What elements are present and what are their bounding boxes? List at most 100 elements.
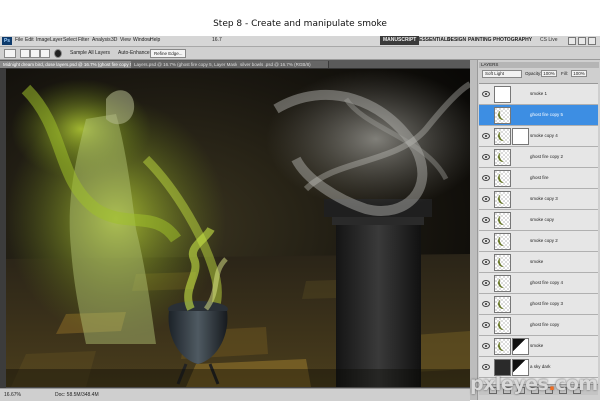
sample-all-layers-label[interactable]: Sample All Layers: [70, 50, 110, 56]
tool-preset-picker[interactable]: [4, 49, 16, 58]
visibility-eye-icon[interactable]: [482, 280, 490, 286]
close-button[interactable]: [588, 37, 596, 45]
layer-row[interactable]: ghost fire copy 2: [479, 147, 598, 168]
layer-thumbnail: [494, 317, 511, 334]
maximize-button[interactable]: [578, 37, 586, 45]
document-canvas[interactable]: [6, 69, 470, 387]
menu-window[interactable]: Window: [133, 37, 151, 43]
layer-name: ghost fire copy 2: [530, 154, 564, 159]
document-tab-2[interactable]: Layers.psd @ 16.7% (ghost fire copy 5, L…: [131, 61, 238, 68]
menu-filter[interactable]: Filter: [78, 37, 89, 43]
workspace-manuscript[interactable]: MANUSCRIPT: [380, 36, 420, 45]
smoke-wisp-icon: [496, 318, 510, 332]
menu-layer[interactable]: Layer: [50, 37, 63, 43]
cs-live[interactable]: CS Live: [540, 37, 558, 43]
layer-row[interactable]: smoke copy: [479, 210, 598, 231]
visibility-eye-icon[interactable]: [482, 175, 490, 181]
layer-thumbnail: [494, 254, 511, 271]
layers-panel: LAYERS Soft Light Opacity: 100% Fill: 10…: [470, 60, 600, 400]
layer-name: smoke copy 2: [530, 238, 558, 243]
menu-help[interactable]: Help: [150, 37, 160, 43]
menu-select[interactable]: Select: [63, 37, 77, 43]
smoke-wisp-icon: [496, 171, 510, 185]
smoke-wisp-icon: [496, 129, 510, 143]
caption-title: Step 8 - Create and manipulate smoke: [213, 19, 387, 29]
workspace-photography[interactable]: PHOTOGRAPHY: [490, 36, 535, 45]
layer-row[interactable]: smoke: [479, 336, 598, 357]
status-zoom[interactable]: 16.67%: [4, 392, 21, 398]
visibility-eye-icon[interactable]: [482, 217, 490, 223]
layer-thumbnail: [494, 212, 511, 229]
layer-name: ghost fire: [530, 175, 549, 180]
blend-mode-select[interactable]: Soft Light: [482, 70, 522, 78]
layer-row[interactable]: smoke copy 4: [479, 126, 598, 147]
layer-name: ghost fire copy 4: [530, 280, 564, 285]
smoke-wisp-icon: [496, 339, 510, 353]
layer-mask-thumbnail[interactable]: [512, 128, 529, 145]
minimize-button[interactable]: [568, 37, 576, 45]
visibility-eye-icon[interactable]: [482, 238, 490, 244]
layer-name: a sky dark: [530, 364, 551, 369]
layer-name: smoke copy 3: [530, 196, 558, 201]
menu-view[interactable]: View: [120, 37, 131, 43]
layer-row[interactable]: smoke: [479, 252, 598, 273]
photoshop-window: Ps File Edit Image Layer Select Filter A…: [0, 36, 600, 401]
visibility-eye-icon[interactable]: [482, 301, 490, 307]
refine-edge-button[interactable]: Refine Edge...: [150, 49, 186, 58]
menu-3d[interactable]: 3D: [111, 37, 117, 43]
subtract-selection-icon[interactable]: [40, 49, 50, 58]
layer-row[interactable]: smoke copy 2: [479, 231, 598, 252]
smoke-wisp-icon: [496, 108, 510, 122]
layer-thumbnail: [494, 338, 511, 355]
layer-row[interactable]: ghost fire: [479, 168, 598, 189]
layer-name: ghost fire copy: [530, 322, 560, 327]
visibility-eye-icon[interactable]: [482, 154, 490, 160]
layer-name: smoke: [530, 259, 544, 264]
layer-name: smoke copy 4: [530, 133, 558, 138]
smoke-wisp-icon: [496, 192, 510, 206]
add-selection-icon[interactable]: [30, 49, 40, 58]
layer-row[interactable]: ghost fire copy: [479, 315, 598, 336]
zoom-level[interactable]: 16.7: [212, 37, 222, 43]
smoke-wisp-icon: [496, 150, 510, 164]
document-tab-active[interactable]: Midnight dream bird, dose layers.psd @ 1…: [0, 61, 132, 68]
layer-row[interactable]: smoke 1: [479, 84, 598, 105]
visibility-eye-icon[interactable]: [482, 322, 490, 328]
visibility-eye-icon[interactable]: [482, 133, 490, 139]
document-tab-bar: Midnight dream bird, dose layers.psd @ 1…: [0, 60, 470, 69]
panel-icon-strip[interactable]: [470, 60, 478, 400]
menu-edit[interactable]: Edit: [25, 37, 34, 43]
layers-panel-title[interactable]: LAYERS: [479, 62, 599, 68]
layer-row[interactable]: ghost fire copy 4: [479, 273, 598, 294]
smoke-wisp-icon: [496, 213, 510, 227]
fill-value[interactable]: 100%: [571, 70, 587, 77]
brush-size-icon[interactable]: [54, 49, 62, 58]
smoke-wisp-icon: [496, 297, 510, 311]
layer-name: ghost fire copy 3: [530, 301, 564, 306]
layer-row-selected[interactable]: ghost fire copy 5: [479, 105, 598, 126]
layer-thumbnail: [494, 233, 511, 250]
auto-enhance-label[interactable]: Auto-Enhance: [118, 50, 150, 56]
new-selection-icon[interactable]: [20, 49, 30, 58]
document-tab-3[interactable]: silver bowls .psd @ 16.7% (RGB/8): [237, 61, 329, 68]
options-bar: Sample All Layers Auto-Enhance Refine Ed…: [0, 47, 600, 60]
visibility-eye-icon[interactable]: [482, 196, 490, 202]
layer-thumbnail: [494, 107, 511, 124]
layer-row[interactable]: smoke copy 3: [479, 189, 598, 210]
folder-icon: [494, 86, 511, 103]
layer-thumbnail: [494, 128, 511, 145]
opacity-value[interactable]: 100%: [541, 70, 557, 77]
visibility-eye-icon[interactable]: [482, 364, 490, 370]
layers-controls: Soft Light Opacity: 100% Fill: 100%: [479, 69, 599, 81]
layer-row[interactable]: ghost fire copy 3: [479, 294, 598, 315]
visibility-eye-icon[interactable]: [482, 259, 490, 265]
fill-label: Fill:: [561, 71, 568, 76]
layer-thumbnail: [494, 149, 511, 166]
menu-image[interactable]: Image: [36, 37, 50, 43]
menu-analysis[interactable]: Analysis: [92, 37, 111, 43]
layers-list[interactable]: smoke 1 ghost fire copy 5 smoke copy 4 g…: [479, 83, 598, 384]
menu-file[interactable]: File: [15, 37, 23, 43]
visibility-eye-icon[interactable]: [482, 343, 490, 349]
visibility-eye-icon[interactable]: [482, 91, 490, 97]
layer-mask-thumbnail[interactable]: [512, 338, 529, 355]
